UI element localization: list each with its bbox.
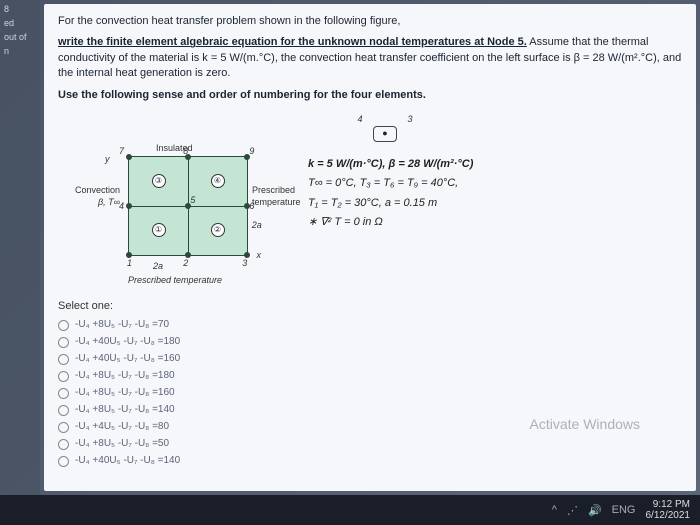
option-2[interactable]: -U₄ +40U₅ -U₇ -U₈ =160 [58, 352, 682, 366]
figure-area: Insulated Convection β, T∞ Prescribed te… [98, 156, 682, 287]
mark-badge: 8 [4, 4, 36, 14]
clock[interactable]: 9:12 PM 6/12/2021 [646, 499, 691, 521]
taskbar[interactable]: ^ ⋰ 🔊 ENG 9:12 PM 6/12/2021 [0, 495, 700, 525]
n5: 5 [190, 194, 195, 207]
prompt-underline: write the finite element algebraic equat… [58, 36, 527, 48]
instruction: Use the following sense and order of num… [58, 88, 682, 103]
option-3[interactable]: -U₄ +8U₅ -U₇ -U₈ =180 [58, 369, 682, 383]
wifi-icon[interactable]: ⋰ [567, 504, 578, 517]
n4: 4 [119, 200, 124, 213]
option-1[interactable]: -U₄ +40U₅ -U₇ -U₈ =180 [58, 335, 682, 349]
radio-icon[interactable] [58, 320, 69, 331]
parameters: k = 5 W/(m·°C), β = 28 W/(m²·°C) T∞ = 0°… [308, 156, 473, 234]
dim-2a-b: 2a [153, 260, 278, 273]
n8: 8 [183, 145, 188, 158]
radio-icon[interactable] [58, 354, 69, 365]
prompt-line1: For the convection heat transfer problem… [58, 14, 682, 29]
n6: 6 [249, 200, 254, 213]
status-ed: ed [4, 18, 36, 28]
param-k: k = 5 W/(m·°C), β = 28 W/(m²·°C) [308, 156, 473, 174]
prescribed-bottom: Prescribed temperature [128, 274, 278, 287]
question-sidebar: 8 ed out of n [0, 0, 40, 495]
option-7[interactable]: -U₄ +8U₅ -U₇ -U₈ =50 [58, 437, 682, 451]
option-4[interactable]: -U₄ +8U₅ -U₇ -U₈ =160 [58, 386, 682, 400]
elem-2: ② [211, 223, 225, 237]
elem-3: ③ [152, 174, 166, 188]
n1: 1 [127, 257, 132, 270]
prescribed-label: Prescribed temperature [252, 184, 301, 209]
node-4-top: 4 [357, 114, 362, 124]
grid-box: ③ ④ ① ② 7 8 9 4 5 [128, 156, 248, 256]
convection-label: Convection β, T∞ [60, 184, 120, 209]
options-block: Select one: -U₄ +8U₅ -U₇ -U₈ =70 -U₄ +40… [58, 299, 682, 468]
radio-icon[interactable] [58, 456, 69, 467]
lang-indicator[interactable]: ENG [612, 504, 636, 516]
dim-2a-r: 2a [252, 219, 262, 232]
n9: 9 [249, 145, 254, 158]
app-screen: 8 ed out of n For the convection heat tr… [0, 0, 700, 495]
mesh-diagram: Insulated Convection β, T∞ Prescribed te… [98, 156, 278, 287]
elem-1: ① [152, 223, 166, 237]
activate-windows-watermark: Activate Windows [530, 415, 640, 435]
center-circle-icon: ● [373, 126, 397, 142]
radio-icon[interactable] [58, 371, 69, 382]
radio-icon[interactable] [58, 337, 69, 348]
elem-4: ④ [211, 174, 225, 188]
status-n: n [4, 46, 36, 56]
option-8[interactable]: -U₄ +40U₅ -U₇ -U₈ =140 [58, 454, 682, 468]
node-3-top: 3 [408, 114, 413, 124]
tray-up-icon[interactable]: ^ [552, 504, 557, 516]
y-axis: y [105, 153, 110, 166]
question-content: For the convection heat transfer problem… [44, 4, 696, 491]
param-t1: T₁ = T₂ = 30°C, a = 0.15 m [308, 195, 473, 213]
radio-icon[interactable] [58, 422, 69, 433]
radio-icon[interactable] [58, 405, 69, 416]
param-tinf: T∞ = 0°C, T₃ = T₆ = T₉ = 40°C, [308, 175, 473, 193]
status-outof: out of [4, 32, 36, 42]
radio-icon[interactable] [58, 439, 69, 450]
select-one-label: Select one: [58, 299, 682, 314]
sound-icon[interactable]: 🔊 [588, 504, 602, 517]
param-gov: ∗ ∇² T = 0 in Ω [308, 214, 473, 232]
n7: 7 [119, 145, 124, 158]
prompt-line2: write the finite element algebraic equat… [58, 35, 682, 81]
option-0[interactable]: -U₄ +8U₅ -U₇ -U₈ =70 [58, 318, 682, 332]
radio-icon[interactable] [58, 388, 69, 399]
